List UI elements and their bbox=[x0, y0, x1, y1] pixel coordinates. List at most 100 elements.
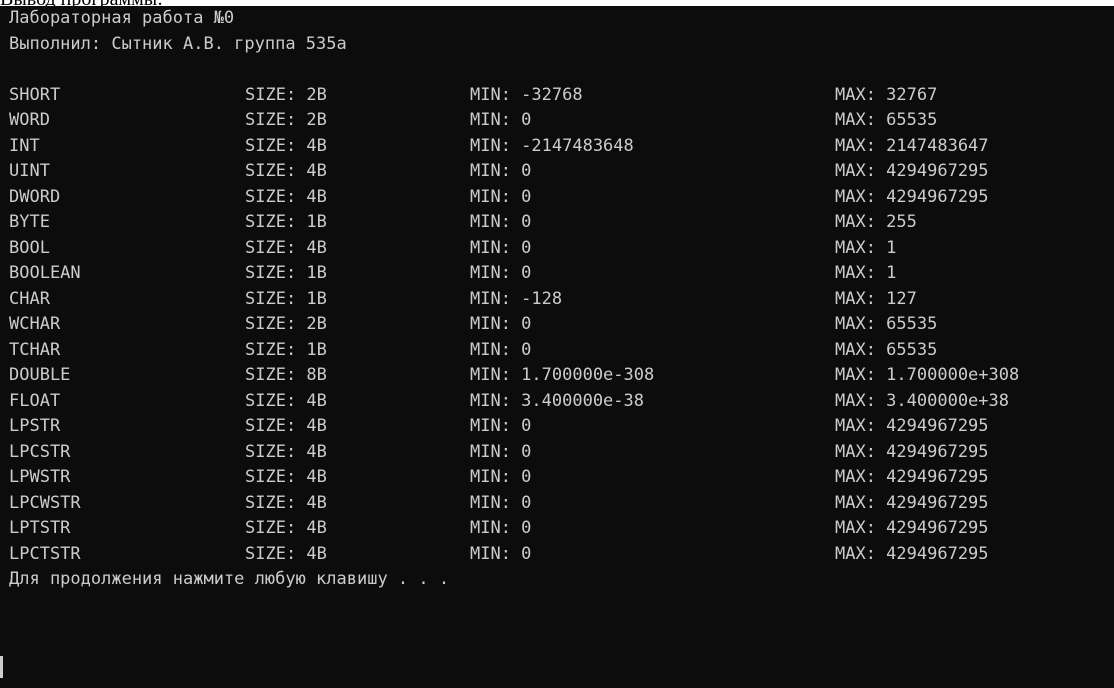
type-max: MAX: 4294967295 bbox=[835, 467, 989, 487]
type-size: SIZE: 4B bbox=[245, 186, 327, 207]
type-name: WORD bbox=[9, 110, 50, 130]
type-max: MAX: 4294967295 bbox=[835, 186, 989, 207]
type-name: BOOLEAN bbox=[9, 263, 81, 283]
type-max: MAX: 65535 bbox=[835, 110, 938, 130]
table-row: BOOL SIZE: 4B MIN: 0 MAX: 1 bbox=[9, 236, 1114, 262]
type-name: UINT bbox=[9, 161, 50, 181]
type-min: MIN: 3.400000e-38 bbox=[470, 390, 644, 411]
type-size: SIZE: 4B bbox=[245, 518, 327, 538]
table-row: SHORT SIZE: 2B MIN: -32768 MAX: 32767 bbox=[9, 83, 1114, 109]
type-max: MAX: 32767 bbox=[835, 84, 938, 105]
table-row: WCHAR SIZE: 2B MIN: 0 MAX: 65535 bbox=[9, 312, 1114, 338]
table-row: LPCSTR SIZE: 4B MIN: 0 MAX: 4294967295 bbox=[9, 440, 1114, 466]
table-row: LPWSTR SIZE: 4B MIN: 0 MAX: 4294967295 bbox=[9, 465, 1114, 491]
continue-prompt: Для продолжения нажмите любую клавишу . … bbox=[9, 569, 450, 589]
type-min: MIN: 0 bbox=[470, 339, 532, 360]
type-name: INT bbox=[9, 135, 40, 156]
console-output: Лабораторная работа №0 Выполнил: Сытник … bbox=[0, 6, 1114, 593]
type-min: MIN: 0 bbox=[470, 467, 532, 487]
type-name: LPTSTR bbox=[9, 518, 71, 538]
type-size: SIZE: 1B bbox=[245, 339, 327, 360]
type-size: SIZE: 2B bbox=[245, 314, 327, 334]
type-max: MAX: 4294967295 bbox=[835, 441, 989, 462]
table-row: BYTE SIZE: 1B MIN: 0 MAX: 255 bbox=[9, 210, 1114, 236]
type-name: TCHAR bbox=[9, 339, 61, 360]
type-size: SIZE: 4B bbox=[245, 390, 327, 411]
type-min: MIN: 0 bbox=[470, 416, 532, 436]
table-row: TCHAR SIZE: 1B MIN: 0 MAX: 65535 bbox=[9, 338, 1114, 364]
type-size: SIZE: 1B bbox=[245, 212, 327, 232]
type-name: LPWSTR bbox=[9, 467, 71, 487]
type-size: SIZE: 4B bbox=[245, 492, 327, 513]
table-row: DWORD SIZE: 4B MIN: 0 MAX: 4294967295 bbox=[9, 185, 1114, 211]
text-cursor bbox=[0, 656, 3, 678]
type-max: MAX: 1.700000e+308 bbox=[835, 365, 1020, 385]
type-max: MAX: 1 bbox=[835, 263, 897, 283]
table-row: LPCTSTR SIZE: 4B MIN: 0 MAX: 4294967295 bbox=[9, 542, 1114, 568]
table-row: UINT SIZE: 4B MIN: 0 MAX: 4294967295 bbox=[9, 159, 1114, 185]
type-min: MIN: -128 bbox=[470, 288, 563, 309]
type-min: MIN: 0 bbox=[470, 543, 532, 564]
type-name: BYTE bbox=[9, 212, 50, 232]
type-name: LPCSTR bbox=[9, 441, 71, 462]
type-name: LPCTSTR bbox=[9, 543, 81, 564]
type-min: MIN: 0 bbox=[470, 263, 532, 283]
table-row: CHAR SIZE: 1B MIN: -128 MAX: 127 bbox=[9, 287, 1114, 313]
type-max: MAX: 4294967295 bbox=[835, 416, 989, 436]
type-min: MIN: 0 bbox=[470, 186, 532, 207]
table-row: WORD SIZE: 2B MIN: 0 MAX: 65535 bbox=[9, 108, 1114, 134]
table-row: LPCWSTR SIZE: 4B MIN: 0 MAX: 4294967295 bbox=[9, 491, 1114, 517]
console-footer-line: Для продолжения нажмите любую клавишу . … bbox=[9, 567, 1114, 593]
type-size: SIZE: 4B bbox=[245, 237, 327, 258]
type-min: MIN: 0 bbox=[470, 237, 532, 258]
type-min: MIN: 0 bbox=[470, 492, 532, 513]
type-min: MIN: 0 bbox=[470, 161, 532, 181]
type-size: SIZE: 4B bbox=[245, 441, 327, 462]
type-max: MAX: 65535 bbox=[835, 339, 938, 360]
type-name: BOOL bbox=[9, 237, 50, 258]
type-max: MAX: 4294967295 bbox=[835, 492, 989, 513]
type-name: DOUBLE bbox=[9, 365, 71, 385]
type-max: MAX: 1 bbox=[835, 237, 897, 258]
table-row: BOOLEAN SIZE: 1B MIN: 0 MAX: 1 bbox=[9, 261, 1114, 287]
type-size: SIZE: 1B bbox=[245, 288, 327, 309]
type-min: MIN: -2147483648 bbox=[470, 135, 634, 156]
type-size: SIZE: 2B bbox=[245, 110, 327, 130]
console-header-line-1: Лабораторная работа №0 bbox=[9, 8, 235, 28]
table-row: INT SIZE: 4B MIN: -2147483648 MAX: 21474… bbox=[9, 134, 1114, 160]
type-name: CHAR bbox=[9, 288, 50, 309]
type-max: MAX: 4294967295 bbox=[835, 161, 989, 181]
type-size: SIZE: 1B bbox=[245, 263, 327, 283]
type-name: LPSTR bbox=[9, 416, 61, 436]
type-max: MAX: 65535 bbox=[835, 314, 938, 334]
type-name: SHORT bbox=[9, 84, 61, 105]
type-min: MIN: -32768 bbox=[470, 84, 583, 105]
type-size: SIZE: 4B bbox=[245, 543, 327, 564]
type-name: LPCWSTR bbox=[9, 492, 81, 513]
type-min: MIN: 0 bbox=[470, 212, 532, 232]
type-size: SIZE: 2B bbox=[245, 84, 327, 105]
type-min: MIN: 0 bbox=[470, 441, 532, 462]
type-size: SIZE: 4B bbox=[245, 135, 327, 156]
type-size: SIZE: 4B bbox=[245, 467, 327, 487]
type-size: SIZE: 8B bbox=[245, 365, 327, 385]
type-max: MAX: 127 bbox=[835, 288, 917, 309]
type-size: SIZE: 4B bbox=[245, 161, 327, 181]
type-max: MAX: 255 bbox=[835, 212, 917, 232]
type-name: WCHAR bbox=[9, 314, 61, 334]
type-max: MAX: 4294967295 bbox=[835, 518, 989, 538]
type-min: MIN: 0 bbox=[470, 518, 532, 538]
console-window[interactable]: Лабораторная работа №0 Выполнил: Сытник … bbox=[0, 6, 1114, 688]
page: Вывод программы: Лабораторная работа №0 … bbox=[0, 0, 1114, 688]
table-row: FLOAT SIZE: 4B MIN: 3.400000e-38 MAX: 3.… bbox=[9, 389, 1114, 415]
type-min: MIN: 1.700000e-308 bbox=[470, 365, 655, 385]
console-header-line-2: Выполнил: Сытник А.В. группа 535а bbox=[9, 33, 347, 54]
type-size: SIZE: 4B bbox=[245, 416, 327, 436]
table-row: LPSTR SIZE: 4B MIN: 0 MAX: 4294967295 bbox=[9, 414, 1114, 440]
type-name: DWORD bbox=[9, 186, 61, 207]
type-min: MIN: 0 bbox=[470, 110, 532, 130]
type-max: MAX: 2147483647 bbox=[835, 135, 989, 156]
type-max: MAX: 4294967295 bbox=[835, 543, 989, 564]
table-row: LPTSTR SIZE: 4B MIN: 0 MAX: 4294967295 bbox=[9, 516, 1114, 542]
